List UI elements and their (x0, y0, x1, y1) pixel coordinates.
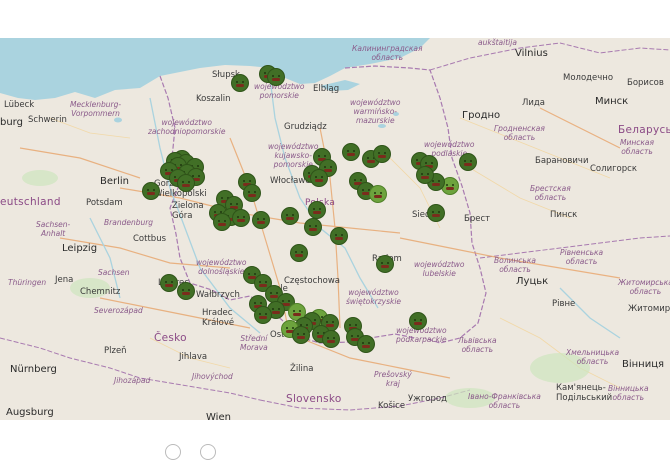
forests (22, 170, 590, 408)
map-marker[interactable] (356, 334, 375, 353)
map-marker[interactable] (252, 210, 271, 229)
map-control-button[interactable] (165, 444, 181, 460)
map-marker[interactable] (176, 281, 195, 300)
map-control-button[interactable] (200, 444, 216, 460)
map-marker[interactable] (459, 152, 478, 171)
map-marker[interactable] (281, 206, 299, 225)
map-canvas[interactable]: eutschland Беларусь Česko Slovensko Pols… (0, 38, 670, 420)
border-slovakia (259, 389, 471, 411)
bottom-bar (0, 420, 670, 447)
map-marker[interactable] (426, 203, 445, 222)
border-belarus (429, 42, 670, 71)
border-czech (0, 337, 261, 401)
map-marker[interactable] (176, 174, 195, 193)
map-marker[interactable] (329, 227, 348, 245)
border-poland-east (344, 65, 487, 344)
map-marker[interactable] (230, 73, 249, 92)
border-ukraine (479, 235, 670, 259)
map-marker[interactable] (408, 311, 427, 330)
map-marker[interactable] (254, 306, 272, 325)
map-marker[interactable] (291, 326, 310, 344)
map-marker[interactable] (372, 144, 391, 163)
map-marker[interactable] (309, 168, 328, 187)
map-marker[interactable] (212, 213, 231, 231)
map-marker[interactable] (160, 273, 179, 292)
map-marker[interactable] (266, 67, 285, 86)
